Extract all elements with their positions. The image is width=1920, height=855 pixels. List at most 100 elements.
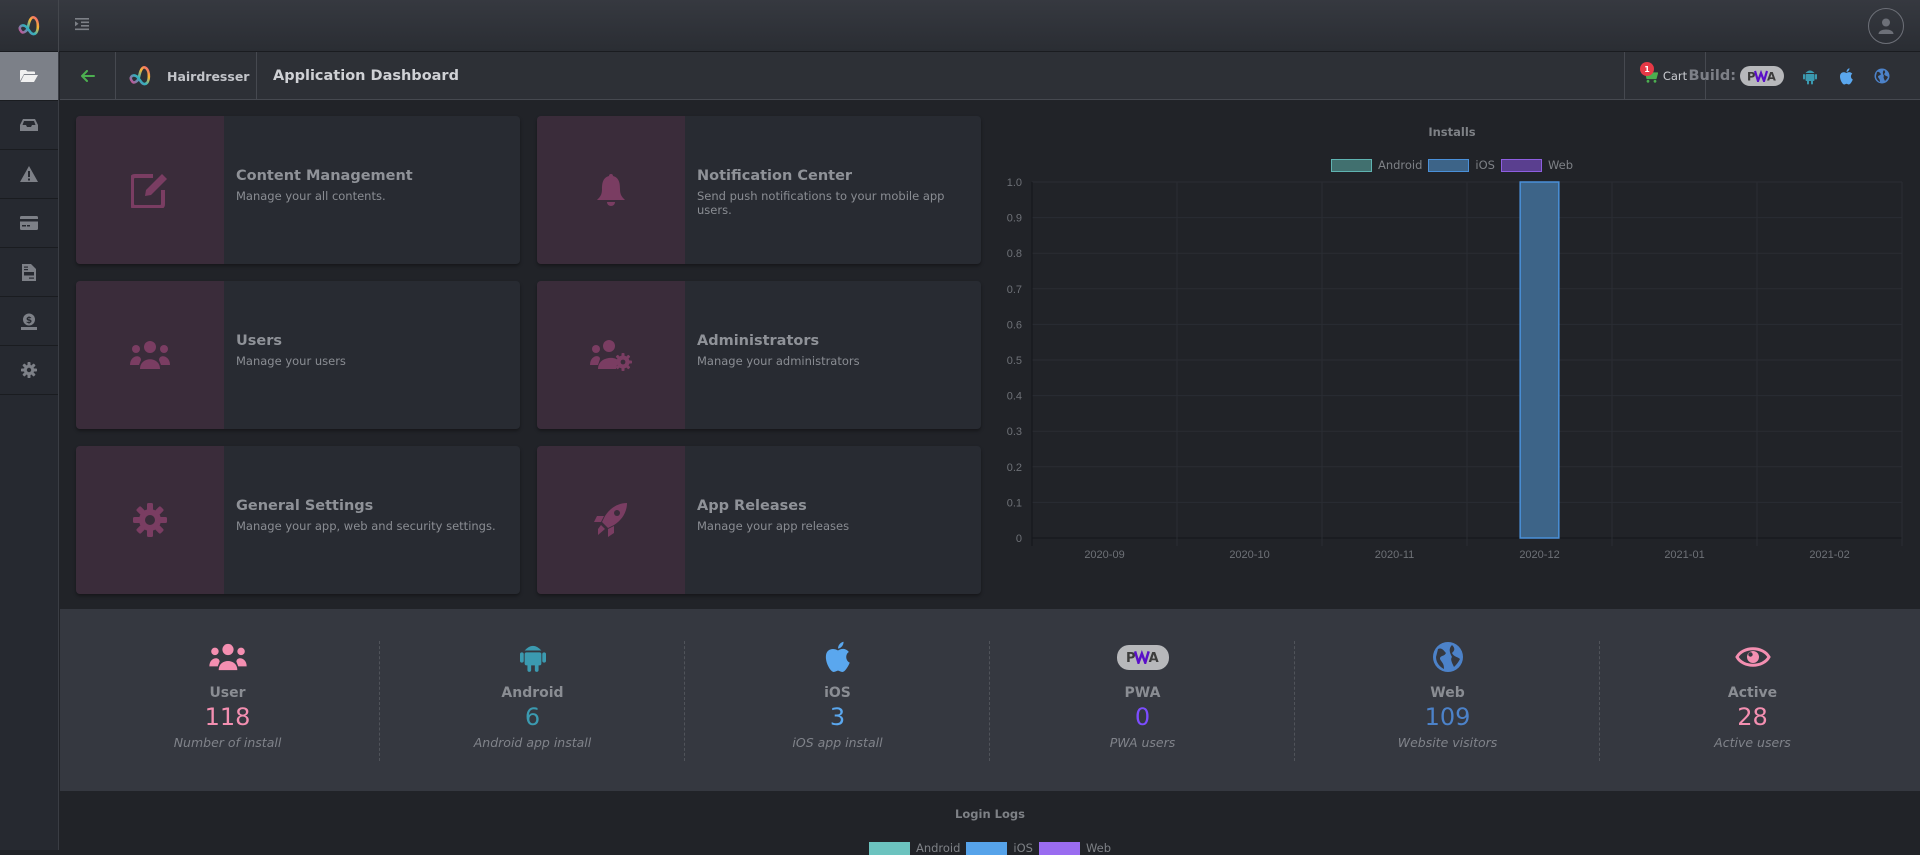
apple-icon [825, 641, 850, 673]
stat-icon [208, 639, 248, 675]
sidebar-item-invoices[interactable] [0, 248, 58, 297]
pwa-icon: P A [1747, 70, 1776, 82]
card-icon-box [76, 281, 224, 429]
folder-open-icon [20, 70, 38, 82]
build-ios-button[interactable] [1836, 66, 1856, 86]
stat-user: User 118 Number of install [75, 609, 380, 791]
card-description: Manage your all contents. [236, 189, 386, 203]
x-tick-label: 2021-02 [1809, 549, 1849, 561]
stat-label: Android [501, 685, 564, 701]
build-pwa-button[interactable]: P A [1740, 66, 1784, 86]
build-label: Build: [1688, 68, 1737, 84]
legend-item-ios[interactable]: iOS [966, 841, 1033, 855]
y-tick-label: 0.6 [1007, 319, 1022, 331]
svg-text:A: A [1148, 651, 1159, 664]
svg-text:P: P [1126, 651, 1136, 664]
y-tick-label: 0.2 [1007, 462, 1022, 474]
cart-count-badge: 1 [1640, 62, 1654, 76]
arrow-left-icon [80, 70, 95, 82]
pwa-icon: P A [1126, 650, 1159, 664]
login-logs-title: Login Logs [955, 807, 1025, 821]
svg-text:A: A [1767, 70, 1776, 82]
stat-description: iOS app install [792, 735, 883, 750]
card-icon-box [76, 116, 224, 264]
warning-icon [20, 166, 38, 182]
stat-value: 0 [1134, 703, 1151, 731]
y-tick-label: 0.7 [1007, 284, 1022, 296]
user-avatar-button[interactable] [1868, 8, 1904, 44]
app-logo-icon [129, 66, 151, 86]
build-android-button[interactable] [1800, 66, 1820, 86]
rocket-icon [594, 503, 627, 537]
login-logs-legend: Android iOS Web [60, 841, 1920, 855]
brand-logo[interactable] [0, 0, 59, 52]
stat-description: PWA users [1109, 735, 1176, 750]
stat-value: 28 [1737, 703, 1768, 731]
y-tick-label: 0.9 [1007, 213, 1022, 225]
stat-icon: P A [1116, 639, 1169, 675]
stat-value: 6 [524, 703, 541, 731]
y-tick-label: 0.8 [1007, 248, 1022, 260]
stat-ios: iOS 3 iOS app install [685, 609, 990, 791]
card-notification-center[interactable]: Notification Center Send push notificati… [537, 116, 981, 264]
sidebar-item-settings[interactable] [0, 346, 58, 395]
stat-description: Android app install [473, 735, 592, 750]
legend-swatch [1038, 841, 1080, 855]
stat-value: 118 [204, 703, 251, 731]
x-tick-label: 2020-09 [1084, 549, 1124, 561]
x-tick-label: 2021-01 [1664, 549, 1704, 561]
stat-icon [519, 639, 546, 675]
users-cog-icon [590, 340, 632, 371]
card-title: General Settings [236, 498, 374, 514]
card-description: Manage your administrators [697, 354, 860, 368]
card-description: Manage your users [236, 354, 346, 368]
app-identity[interactable]: Hairdresser [117, 52, 257, 100]
stat-description: Number of install [173, 735, 282, 750]
stats-panel: User 118 Number of install Android 6 And… [60, 609, 1920, 791]
sidebar-item-projects[interactable] [0, 52, 58, 101]
card-title: Notification Center [697, 168, 853, 184]
card-description: Send push notifications to your mobile a… [697, 189, 945, 217]
bell-icon [597, 174, 625, 206]
x-tick-label: 2020-11 [1375, 549, 1415, 561]
android-icon [519, 645, 546, 672]
card-content-management[interactable]: Content Management Manage your all conte… [76, 116, 520, 264]
sidebar-item-inbox[interactable] [0, 101, 58, 150]
legend-item-android[interactable]: Android [868, 841, 960, 855]
globe-icon [1432, 642, 1463, 672]
card-icon-box [537, 446, 685, 594]
stat-description: Website visitors [1397, 735, 1498, 750]
sidebar-item-billing[interactable] [0, 199, 58, 248]
edit-icon [131, 174, 167, 208]
stat-pwa: P A PWA 0 PWA users [990, 609, 1295, 791]
stat-value: 3 [829, 703, 846, 731]
legend-item-web[interactable]: Web [1038, 841, 1111, 855]
menu-toggle-button[interactable] [74, 16, 94, 36]
card-title: Administrators [697, 333, 820, 349]
stat-android: Android 6 Android app install [380, 609, 685, 791]
globe-icon [1874, 68, 1890, 84]
card-administrators[interactable]: Administrators Manage your administrator… [537, 281, 981, 429]
card-description: Manage your app, web and security settin… [236, 519, 496, 533]
card-title: Users [236, 333, 283, 349]
y-tick-label: 0.3 [1007, 426, 1022, 438]
card-icon-box [537, 281, 685, 429]
sidebar-item-alerts[interactable] [0, 150, 58, 199]
pwa-badge: P A [1116, 644, 1169, 670]
stat-label: Active [1727, 685, 1778, 701]
stat-active: Active 28 Active users [1600, 609, 1905, 791]
card-title: App Releases [697, 498, 807, 514]
sub-header: Hairdresser Application Dashboard 1 Cart… [60, 52, 1920, 100]
build-web-button[interactable] [1872, 66, 1892, 86]
users-icon [208, 643, 247, 671]
cart-label: Cart [1662, 69, 1688, 83]
card-users[interactable]: Users Manage your users [76, 281, 520, 429]
card-app-releases[interactable]: App Releases Manage your app releases [537, 446, 981, 594]
back-button[interactable] [60, 52, 116, 100]
page-title: Application Dashboard [273, 68, 459, 84]
y-tick-label: 0.5 [1007, 355, 1022, 367]
sidebar-item-payments[interactable]: $ [0, 297, 58, 346]
card-general-settings[interactable]: General Settings Manage your app, web an… [76, 446, 520, 594]
file-invoice-icon [22, 263, 36, 281]
bar-ios-2020-12 [1519, 181, 1560, 539]
